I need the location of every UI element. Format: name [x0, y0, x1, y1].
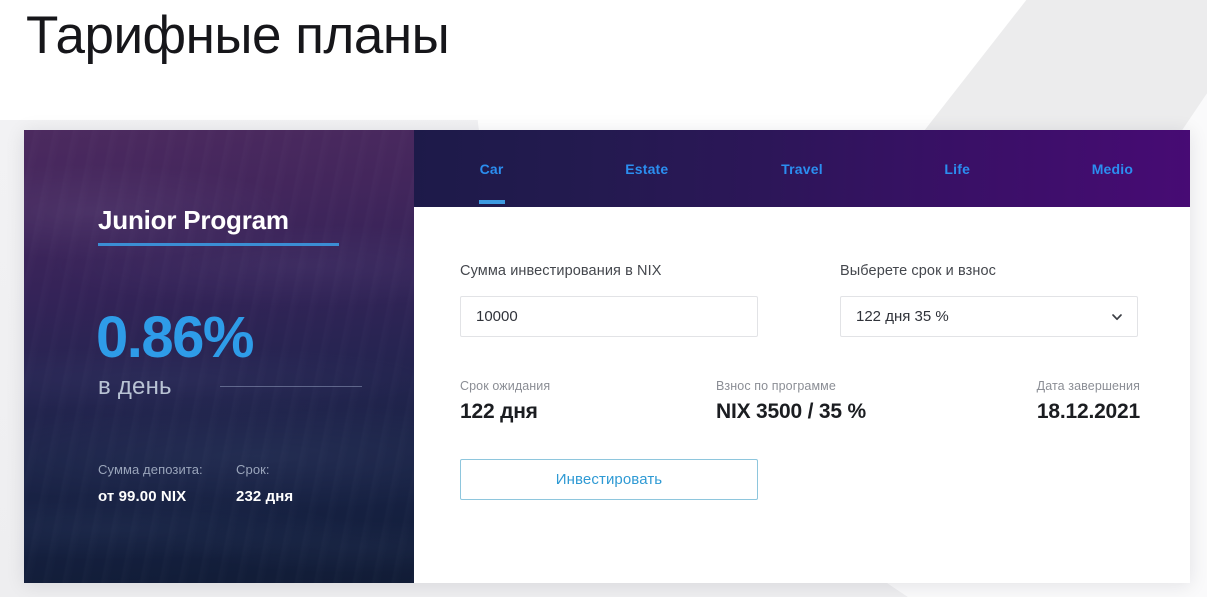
summary-value: 122 дня [460, 400, 538, 423]
promo-panel: Junior Program 0.86% в день Сумма депози… [24, 130, 414, 583]
tab-label: Car [479, 160, 504, 177]
amount-input-value: 10000 [476, 308, 518, 325]
promo-rate: 0.86% [96, 305, 254, 370]
tab-label: Life [944, 160, 971, 177]
promo-heading-rule [98, 243, 339, 246]
amount-field-group: Сумма инвестирования в NIX 10000 [460, 263, 758, 337]
tab-label: Medio [1091, 160, 1134, 177]
summary-label: Дата завершения [1036, 379, 1140, 393]
term-select[interactable]: 122 дня 35 % [840, 296, 1138, 337]
investment-form: Сумма инвестирования в NIX 10000 Выберет… [414, 207, 1190, 500]
promo-fact-value: от 99.00 NIX [98, 488, 187, 505]
summary-end-date: Дата завершения 18.12.2021 [1036, 379, 1141, 424]
promo-heading: Junior Program [98, 205, 289, 235]
tab-life[interactable]: Life [880, 130, 1035, 207]
tab-active-indicator [478, 200, 505, 204]
tab-label: Travel [781, 160, 823, 177]
promo-rate-rule [220, 386, 362, 387]
tab-travel[interactable]: Travel [724, 130, 879, 207]
promo-fact-value: 232 дня [236, 488, 294, 505]
tab-label: Estate [625, 160, 669, 177]
promo-fact-term: Срок: 232 дня [236, 462, 374, 505]
summary-row: Срок ожидания 122 дня Взнос по программе… [460, 379, 1140, 424]
tab-bar: Car Estate Travel Life Medio [414, 130, 1190, 207]
calculator-panel: Car Estate Travel Life Medio Сумма инвес… [414, 130, 1190, 583]
summary-label: Взнос по программе [716, 379, 836, 393]
form-row: Сумма инвестирования в NIX 10000 Выберет… [460, 263, 1140, 337]
invest-button[interactable]: Инвестировать [460, 459, 758, 500]
tab-medio[interactable]: Medio [1035, 130, 1190, 207]
summary-program-fee: Взнос по программе NIX 3500 / 35 % [716, 379, 1026, 424]
promo-fact-label: Сумма депозита: [98, 462, 203, 477]
term-field-group: Выберете срок и взнос 122 дня 35 % [840, 263, 1138, 337]
tab-estate[interactable]: Estate [569, 130, 724, 207]
term-select-value: 122 дня 35 % [856, 308, 949, 325]
summary-value: NIX 3500 / 35 % [716, 400, 866, 423]
promo-rate-subtitle: в день [98, 373, 172, 400]
tab-car[interactable]: Car [414, 130, 569, 207]
summary-value: 18.12.2021 [1036, 400, 1140, 423]
term-label: Выберете срок и взнос [840, 263, 997, 279]
page-title: Тарифные планы [26, 6, 450, 65]
promo-fact-deposit: Сумма депозита: от 99.00 NIX [98, 462, 236, 505]
promo-facts: Сумма депозита: от 99.00 NIX Срок: 232 д… [98, 462, 374, 505]
promo-fact-label: Срок: [236, 462, 270, 477]
amount-label: Сумма инвестирования в NIX [460, 263, 662, 279]
amount-input[interactable]: 10000 [460, 296, 758, 337]
pricing-card: Junior Program 0.86% в день Сумма депози… [24, 130, 1190, 583]
summary-label: Срок ожидания [460, 379, 551, 393]
summary-waiting-term: Срок ожидания 122 дня [460, 379, 716, 424]
chevron-down-icon [1111, 311, 1123, 323]
